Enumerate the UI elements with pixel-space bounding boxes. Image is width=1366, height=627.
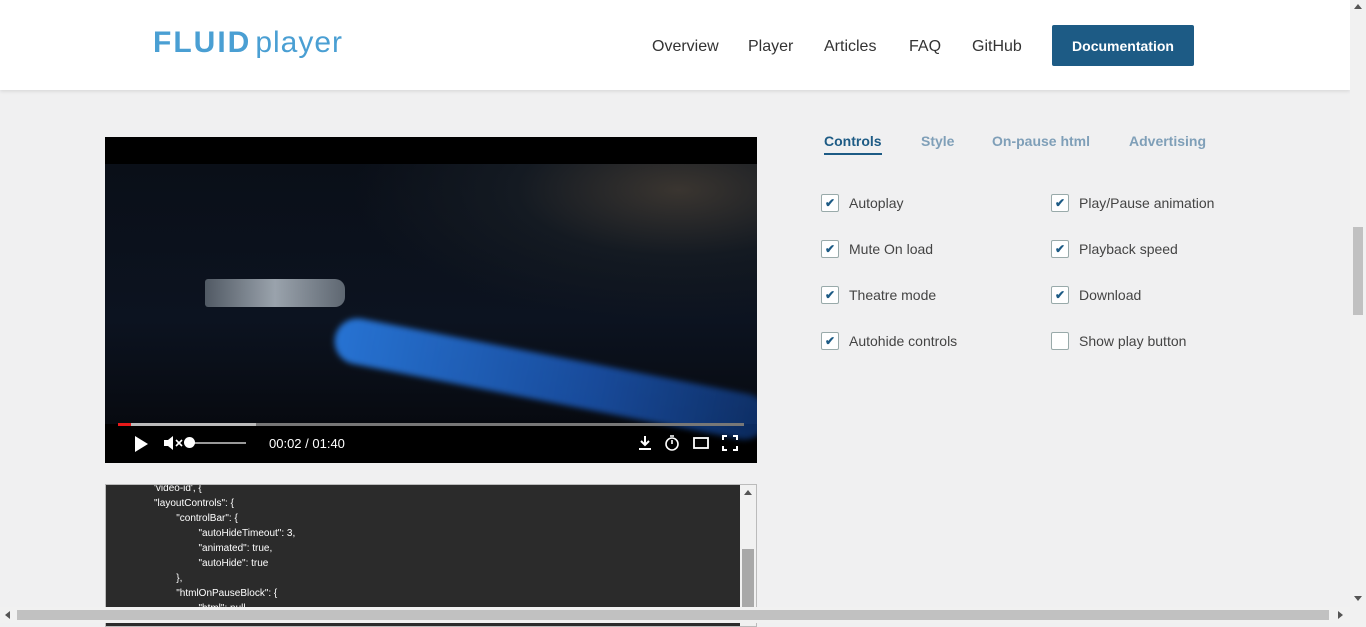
logo-fluid-text: FLUID — [153, 26, 252, 59]
option-label: Download — [1079, 287, 1142, 303]
option-label: Show play button — [1079, 333, 1187, 349]
fluid-player-logo[interactable]: FLUID player — [153, 26, 343, 66]
nav-github[interactable]: GitHub — [972, 38, 1022, 56]
scroll-up-arrow-icon[interactable] — [744, 490, 752, 495]
tab-advertising[interactable]: Advertising — [1129, 133, 1206, 149]
option-label: Autoplay — [849, 195, 904, 211]
nav-faq[interactable]: FAQ — [909, 38, 941, 56]
video-player[interactable]: 00:02 / 01:40 — [105, 137, 757, 463]
site-header: FLUID player Overview Player Articles FA… — [0, 0, 1350, 90]
page-vertical-scrollbar[interactable] — [1350, 0, 1366, 627]
code-snippet: 'video-id', { "layoutControls": { "contr… — [154, 484, 296, 614]
scroll-up-arrow-icon[interactable] — [1354, 4, 1362, 9]
checkbox-theatre-mode[interactable]: ✔ — [821, 286, 839, 304]
option-label: Theatre mode — [849, 287, 937, 303]
time-display: 00:02 / 01:40 — [269, 436, 345, 451]
checkbox-autoplay[interactable]: ✔ — [821, 194, 839, 212]
progress-fill — [118, 423, 131, 426]
play-icon[interactable] — [135, 436, 148, 452]
page-horizontal-scrollbar[interactable] — [0, 607, 1350, 623]
scroll-left-arrow-icon[interactable] — [5, 611, 10, 619]
option-theatre-mode[interactable]: ✔ Theatre mode — [821, 286, 936, 304]
fullscreen-icon[interactable] — [722, 435, 738, 451]
checkbox-show-play-button[interactable] — [1051, 332, 1069, 350]
tab-controls[interactable]: Controls — [824, 133, 882, 155]
checkbox-playback-speed[interactable]: ✔ — [1051, 240, 1069, 258]
documentation-button[interactable]: Documentation — [1052, 25, 1194, 66]
option-label: Playback speed — [1079, 241, 1178, 257]
code-scrollbar[interactable] — [740, 485, 756, 626]
page-horizontal-scrollbar-thumb[interactable] — [17, 610, 1329, 620]
code-scrollbar-thumb[interactable] — [742, 549, 754, 609]
download-icon[interactable] — [637, 435, 653, 451]
video-frame — [105, 164, 757, 444]
option-playback-speed[interactable]: ✔ Playback speed — [1051, 240, 1178, 258]
nav-player[interactable]: Player — [748, 38, 793, 56]
checkbox-download[interactable]: ✔ — [1051, 286, 1069, 304]
option-play-pause-animation[interactable]: ✔ Play/Pause animation — [1051, 194, 1214, 212]
checkbox-mute-on-load[interactable]: ✔ — [821, 240, 839, 258]
page-vertical-scrollbar-thumb[interactable] — [1353, 227, 1363, 315]
scroll-down-arrow-icon[interactable] — [1354, 596, 1362, 601]
option-autoplay[interactable]: ✔ Autoplay — [821, 194, 903, 212]
option-label: Play/Pause animation — [1079, 195, 1215, 211]
mute-icon[interactable] — [163, 435, 183, 451]
tab-style[interactable]: Style — [921, 133, 954, 149]
spaceship-image — [205, 279, 345, 307]
option-autohide-controls[interactable]: ✔ Autohide controls — [821, 332, 957, 350]
buffered-bar — [118, 423, 256, 426]
option-label: Mute On load — [849, 241, 934, 257]
option-show-play-button[interactable]: Show play button — [1051, 332, 1186, 350]
theatre-icon[interactable] — [693, 435, 709, 451]
checkbox-play-pause-animation[interactable]: ✔ — [1051, 194, 1069, 212]
option-mute-on-load[interactable]: ✔ Mute On load — [821, 240, 933, 258]
code-snippet-panel[interactable]: 'video-id', { "layoutControls": { "contr… — [105, 484, 757, 627]
option-label: Autohide controls — [849, 333, 958, 349]
speed-icon[interactable] — [664, 435, 680, 451]
checkbox-autohide-controls[interactable]: ✔ — [821, 332, 839, 350]
option-download[interactable]: ✔ Download — [1051, 286, 1141, 304]
tab-on-pause-html[interactable]: On-pause html — [992, 133, 1090, 149]
volume-knob[interactable] — [184, 437, 195, 448]
scroll-right-arrow-icon[interactable] — [1338, 611, 1343, 619]
nav-overview[interactable]: Overview — [652, 38, 719, 56]
progress-bar[interactable] — [118, 423, 744, 426]
nav-articles[interactable]: Articles — [824, 38, 876, 56]
logo-player-text: player — [255, 26, 344, 59]
volume-slider[interactable] — [189, 442, 246, 444]
